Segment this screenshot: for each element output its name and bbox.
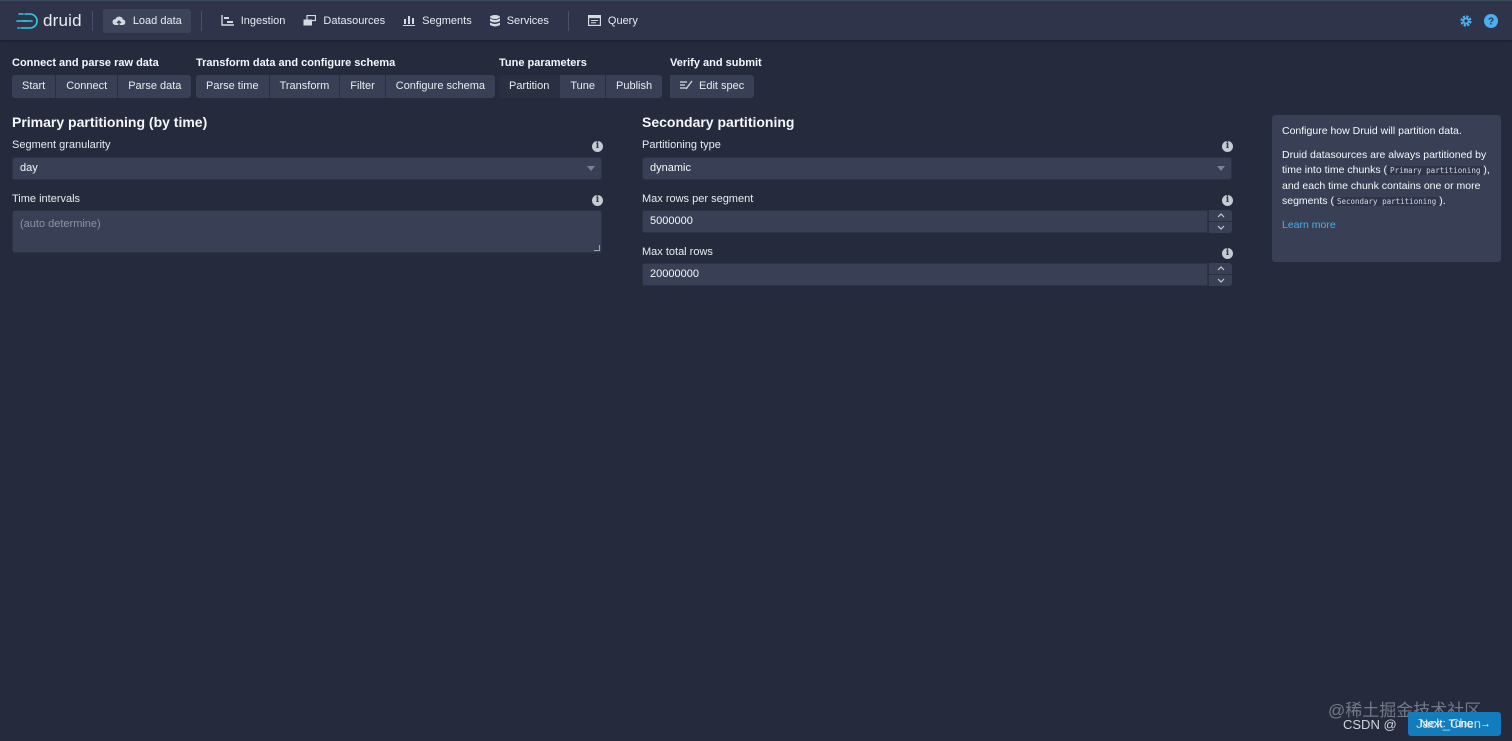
info-panel: Configure how Druid will partition data.… — [1272, 115, 1501, 262]
nav-load-data-label: Load data — [132, 14, 182, 27]
caret-down-icon — [587, 166, 595, 171]
time-intervals-placeholder: (auto determine) — [20, 218, 101, 230]
chevron-up-icon — [1217, 266, 1224, 271]
increment-button[interactable] — [1208, 263, 1232, 275]
info-icon[interactable]: i — [1222, 141, 1233, 152]
druid-logo[interactable]: druid — [15, 1, 82, 41]
secondary-partitioning-title: Secondary partitioning — [642, 114, 795, 130]
step-filter-button[interactable]: Filter — [340, 75, 386, 98]
increment-button[interactable] — [1208, 210, 1232, 222]
step-title: Tune parameters — [499, 57, 587, 69]
learn-more-link[interactable]: Learn more — [1282, 219, 1336, 231]
nav-ingestion-label: Ingestion — [240, 14, 286, 27]
step-group-verify: Verify and submit Edit spec — [670, 56, 762, 98]
chevron-up-icon — [1217, 213, 1224, 218]
step-transform-button[interactable]: Transform — [269, 75, 341, 98]
stacked-chart-icon — [403, 16, 416, 26]
druid-logo-icon — [16, 12, 38, 29]
step-title: Transform data and configure schema — [196, 57, 396, 69]
primary-partitioning-title: Primary partitioning (by time) — [12, 114, 208, 130]
code-primary-partitioning: Primary partitioning — [1387, 166, 1484, 175]
step-connect-button[interactable]: Connect — [56, 75, 119, 98]
nav-load-data[interactable]: Load data — [102, 8, 191, 33]
segment-granularity-label: Segment granularity — [12, 139, 111, 151]
nav-query-label: Query — [607, 14, 638, 27]
decrement-button[interactable] — [1208, 222, 1232, 233]
max-rows-per-segment-value: 5000000 — [650, 215, 693, 227]
nav-divider — [91, 10, 93, 31]
nav-services[interactable]: Services — [481, 9, 558, 33]
nav-query[interactable]: Query — [579, 9, 647, 33]
decrement-button[interactable] — [1208, 275, 1232, 286]
step-edit-spec-button[interactable]: Edit spec — [670, 75, 755, 98]
segment-granularity-select[interactable]: day — [12, 157, 602, 180]
max-total-rows-label: Max total rows — [642, 246, 713, 258]
max-total-rows-input[interactable]: 20000000 — [642, 263, 1208, 286]
nav-datasources[interactable]: Datasources — [294, 9, 394, 33]
step-title: Verify and submit — [670, 57, 762, 69]
nav-ingestion[interactable]: Ingestion — [212, 9, 295, 33]
info-text: ). — [1439, 195, 1446, 207]
chevron-down-icon — [1217, 278, 1224, 283]
step-group-transform: Transform data and configure schema Pars… — [196, 56, 496, 98]
resize-handle-icon[interactable] — [594, 245, 600, 251]
max-rows-per-segment-stepper — [1208, 210, 1232, 233]
info-icon[interactable]: i — [1222, 195, 1233, 206]
step-partition-button[interactable]: Partition — [499, 75, 561, 98]
author-watermark: Jack_Chen — [1416, 716, 1482, 731]
step-tune-button[interactable]: Tune — [560, 75, 607, 98]
nav-segments[interactable]: Segments — [394, 9, 481, 33]
chevron-down-icon — [1217, 225, 1224, 230]
step-parse-data-button[interactable]: Parse data — [118, 75, 192, 98]
multi-select-icon — [303, 15, 317, 26]
csdn-watermark: CSDN @ — [1343, 717, 1397, 732]
svg-text:?: ? — [1488, 17, 1494, 28]
application-icon — [587, 15, 601, 26]
max-rows-per-segment-label: Max rows per segment — [642, 193, 754, 205]
info-icon[interactable]: i — [592, 195, 603, 206]
database-icon — [489, 14, 500, 26]
time-intervals-textarea[interactable]: (auto determine) — [12, 210, 602, 253]
code-secondary-partitioning: Secondary partitioning — [1333, 197, 1440, 206]
time-intervals-label: Time intervals — [12, 193, 81, 205]
max-total-rows-value: 20000000 — [650, 268, 699, 280]
partitioning-type-select[interactable]: dynamic — [642, 157, 1232, 180]
max-rows-per-segment-input[interactable]: 5000000 — [642, 210, 1208, 233]
caret-down-icon — [1217, 166, 1225, 171]
step-parse-time-button[interactable]: Parse time — [196, 75, 270, 98]
top-navbar: druid Load data Ingestion Datasources Se… — [0, 0, 1512, 40]
cloud-upload-icon — [112, 16, 126, 26]
step-configure-schema-button[interactable]: Configure schema — [385, 75, 496, 98]
nav-segments-label: Segments — [422, 14, 472, 27]
step-group-connect: Connect and parse raw data Start Connect… — [12, 56, 192, 98]
nav-services-label: Services — [506, 14, 549, 27]
max-total-rows-stepper — [1208, 263, 1232, 286]
info-panel-description: Druid datasources are always partitioned… — [1282, 148, 1491, 210]
nav-datasources-label: Datasources — [323, 14, 386, 27]
nav-divider — [200, 10, 202, 31]
nav-divider — [567, 10, 569, 31]
partitioning-type-value: dynamic — [650, 162, 691, 174]
step-title: Connect and parse raw data — [12, 57, 159, 69]
edit-spec-icon — [680, 80, 693, 90]
arrow-right-icon: → — [1480, 718, 1491, 730]
cog-icon[interactable] — [1459, 14, 1473, 28]
info-icon[interactable]: i — [592, 141, 603, 152]
step-publish-button[interactable]: Publish — [606, 75, 663, 98]
info-panel-intro: Configure how Druid will partition data. — [1282, 125, 1462, 137]
help-icon[interactable]: ? — [1484, 14, 1498, 28]
edit-spec-label: Edit spec — [699, 80, 745, 92]
segment-granularity-value: day — [20, 162, 38, 174]
partitioning-type-label: Partitioning type — [642, 139, 721, 151]
step-start-button[interactable]: Start — [12, 75, 57, 98]
gantt-chart-icon — [221, 15, 234, 26]
info-icon[interactable]: i — [1222, 248, 1233, 259]
logo-text: druid — [43, 10, 82, 30]
step-group-tune: Tune parameters Partition Tune Publish — [499, 56, 663, 98]
